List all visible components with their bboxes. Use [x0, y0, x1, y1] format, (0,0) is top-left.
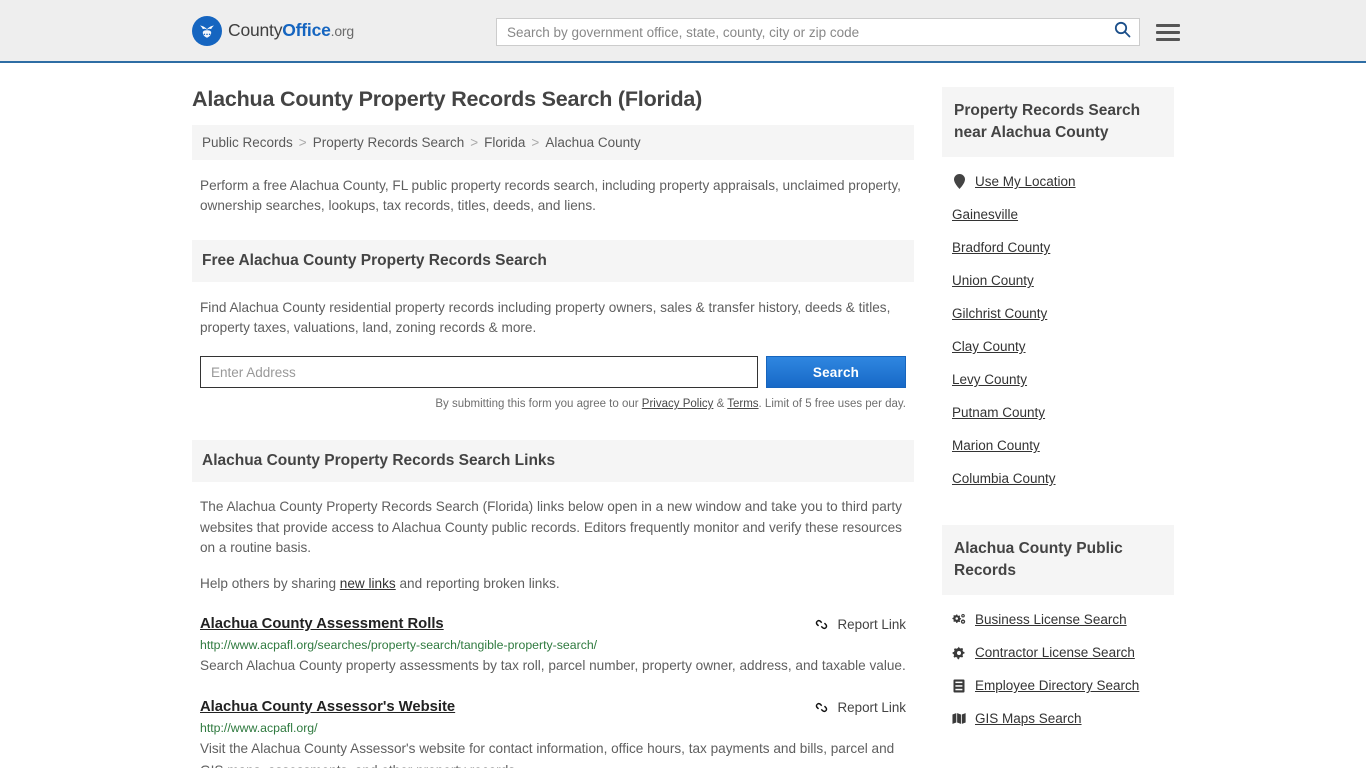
- help-suffix: and reporting broken links.: [395, 575, 560, 591]
- map-pin-icon: [952, 174, 966, 189]
- free-search-description: Find Alachua County residential property…: [200, 300, 891, 335]
- legal-amp: &: [713, 398, 728, 410]
- breadcrumb-separator: >: [298, 135, 307, 150]
- result-link-title[interactable]: Alachua County Assessment Rolls: [200, 616, 444, 632]
- sidebar-item-label[interactable]: Use My Location: [975, 174, 1076, 189]
- sidebar-public-records-list: Business License Search Contractor Licen…: [942, 603, 1174, 735]
- breadcrumb-item-public-records[interactable]: Public Records: [202, 135, 293, 150]
- sidebar-item-label[interactable]: Levy County: [952, 372, 1027, 387]
- address-search-form: Search: [200, 356, 906, 388]
- header-search-zone: [496, 18, 1180, 46]
- legal-prefix: By submitting this form you agree to our: [435, 398, 642, 410]
- eagle-shield-logo-icon: [192, 15, 222, 46]
- sidebar-item-business-license-search[interactable]: Business License Search: [942, 603, 1174, 636]
- sidebar-item-use-my-location[interactable]: Use My Location: [942, 165, 1174, 198]
- sidebar-item-columbia-county[interactable]: Columbia County: [942, 462, 1174, 495]
- search-button[interactable]: Search: [766, 356, 906, 388]
- search-icon[interactable]: [1114, 21, 1131, 43]
- legal-suffix: . Limit of 5 free uses per day.: [758, 398, 906, 410]
- hamburger-bar: [1156, 23, 1180, 27]
- logo-text-county: County: [228, 20, 283, 40]
- sidebar-item-label[interactable]: Gilchrist County: [952, 306, 1047, 321]
- links-section-paragraph: The Alachua County Property Records Sear…: [200, 499, 902, 555]
- sidebar-item-label[interactable]: Clay County: [952, 339, 1026, 354]
- sidebar-item-clay-county[interactable]: Clay County: [942, 330, 1174, 363]
- logo-wordmark: CountyOffice.org: [228, 20, 354, 41]
- hamburger-menu-icon[interactable]: [1156, 23, 1180, 41]
- report-link-button[interactable]: Report Link: [814, 699, 906, 715]
- sidebar-item-label[interactable]: Bradford County: [952, 240, 1050, 255]
- sidebar-item-label[interactable]: Putnam County: [952, 405, 1045, 420]
- broken-link-icon: [814, 700, 829, 715]
- page-container: Alachua County Property Records Search (…: [0, 63, 1366, 768]
- list-item: Alachua County Assessor's Website Report…: [200, 699, 906, 768]
- sidebar-item-employee-directory-search[interactable]: Employee Directory Search: [942, 669, 1174, 702]
- hamburger-bar: [1156, 37, 1180, 41]
- report-link-label: Report Link: [837, 617, 906, 632]
- sidebar-nearby-list: Use My Location Gainesville Bradford Cou…: [942, 165, 1174, 495]
- sidebar-nearby-heading: Property Records Search near Alachua Cou…: [942, 87, 1174, 157]
- sidebar-item-bradford-county[interactable]: Bradford County: [942, 231, 1174, 264]
- terms-link[interactable]: Terms: [727, 398, 758, 410]
- sidebar-item-label[interactable]: Marion County: [952, 438, 1040, 453]
- result-link-url: http://www.acpafl.org/searches/property-…: [200, 638, 598, 652]
- page-title: Alachua County Property Records Search (…: [192, 87, 703, 111]
- site-header: CountyOffice.org: [0, 0, 1366, 63]
- sidebar-item-label[interactable]: Gainesville: [952, 207, 1018, 222]
- main-column: Alachua County Property Records Search (…: [192, 63, 914, 768]
- links-section-heading: Alachua County Property Records Search L…: [192, 440, 914, 482]
- report-link-label: Report Link: [837, 700, 906, 715]
- free-search-heading: Free Alachua County Property Records Sea…: [192, 240, 914, 282]
- logo-text-office: Office: [282, 20, 331, 40]
- page-intro-text: Perform a free Alachua County, FL public…: [200, 178, 901, 213]
- sidebar-item-label[interactable]: Employee Directory Search: [975, 678, 1139, 693]
- global-search-box[interactable]: [496, 18, 1140, 46]
- list-book-icon: [952, 679, 966, 693]
- help-prefix: Help others by sharing: [200, 575, 340, 591]
- report-link-button[interactable]: Report Link: [814, 616, 906, 632]
- result-link-description: Visit the Alachua County Assessor's webs…: [200, 741, 895, 768]
- sidebar-item-label[interactable]: Columbia County: [952, 471, 1056, 486]
- map-icon: [952, 712, 966, 725]
- links-section-help-line: Help others by sharing new links and rep…: [200, 574, 906, 595]
- sidebar-item-gilchrist-county[interactable]: Gilchrist County: [942, 297, 1174, 330]
- new-links-link[interactable]: new links: [340, 576, 396, 591]
- list-item: Alachua County Assessment Rolls Report L…: [200, 616, 906, 677]
- form-legal-notice: By submitting this form you agree to our…: [200, 398, 906, 410]
- breadcrumb-item-property-records-search[interactable]: Property Records Search: [313, 135, 465, 150]
- breadcrumb-separator: >: [470, 135, 479, 150]
- global-search-input[interactable]: [507, 24, 1114, 40]
- cogs-icon: [952, 613, 966, 626]
- result-link-description: Search Alachua County property assessmen…: [200, 658, 906, 673]
- site-logo[interactable]: CountyOffice.org: [192, 15, 354, 46]
- broken-link-icon: [814, 617, 829, 632]
- result-link-title[interactable]: Alachua County Assessor's Website: [200, 699, 455, 715]
- sidebar-item-gainesville[interactable]: Gainesville: [942, 198, 1174, 231]
- breadcrumb-separator: >: [531, 135, 540, 150]
- result-link-url: http://www.acpafl.org/: [200, 721, 318, 735]
- sidebar-item-label[interactable]: Business License Search: [975, 612, 1127, 627]
- sidebar: Property Records Search near Alachua Cou…: [942, 63, 1174, 735]
- breadcrumb: Public Records > Property Records Search…: [192, 125, 914, 160]
- sidebar-public-records-heading: Alachua County Public Records: [942, 525, 1174, 595]
- privacy-policy-link[interactable]: Privacy Policy: [642, 398, 714, 410]
- sidebar-item-gis-maps-search[interactable]: GIS Maps Search: [942, 702, 1174, 735]
- logo-text-org: .org: [330, 23, 355, 39]
- sidebar-item-label[interactable]: Contractor License Search: [975, 645, 1135, 660]
- sidebar-item-label[interactable]: GIS Maps Search: [975, 711, 1082, 726]
- sidebar-item-levy-county[interactable]: Levy County: [942, 363, 1174, 396]
- sidebar-item-contractor-license-search[interactable]: Contractor License Search: [942, 636, 1174, 669]
- sidebar-item-union-county[interactable]: Union County: [942, 264, 1174, 297]
- sidebar-item-marion-county[interactable]: Marion County: [942, 429, 1174, 462]
- hamburger-bar: [1156, 30, 1180, 34]
- address-input[interactable]: [200, 356, 758, 388]
- breadcrumb-item-alachua-county[interactable]: Alachua County: [545, 135, 640, 150]
- gear-icon: [952, 646, 966, 660]
- sidebar-item-putnam-county[interactable]: Putnam County: [942, 396, 1174, 429]
- breadcrumb-item-florida[interactable]: Florida: [484, 135, 525, 150]
- sidebar-item-label[interactable]: Union County: [952, 273, 1034, 288]
